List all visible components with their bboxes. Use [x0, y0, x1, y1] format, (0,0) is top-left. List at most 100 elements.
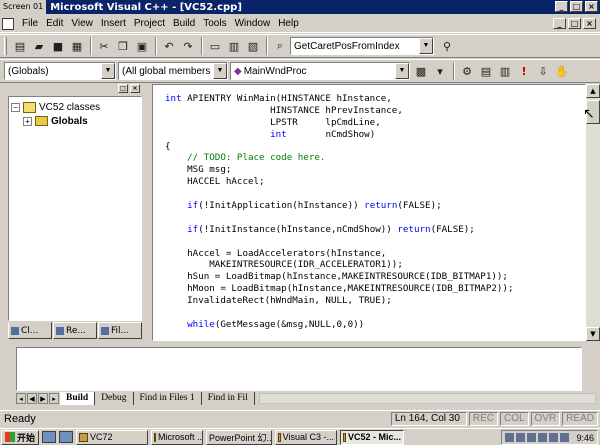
- toolbar-grip[interactable]: [4, 37, 7, 55]
- tab-find-in-files-1[interactable]: Find in Files 1: [134, 392, 202, 405]
- output-horizontal-scrollbar[interactable]: [258, 393, 596, 404]
- tray-icon[interactable]: [549, 433, 559, 442]
- pane-close-icon[interactable]: ×: [130, 84, 140, 93]
- menu-file[interactable]: File: [18, 18, 42, 29]
- new-file-icon[interactable]: ▤: [11, 37, 29, 55]
- code-line[interactable]: MSG msg;: [165, 164, 513, 176]
- doc-close-icon[interactable]: ×: [583, 18, 596, 29]
- chevron-down-icon[interactable]: ▼: [213, 63, 227, 79]
- close-icon[interactable]: ×: [585, 1, 598, 12]
- taskbar-item-vc72[interactable]: VC72: [76, 429, 149, 445]
- build-stop-icon[interactable]: ▥: [496, 62, 514, 80]
- undo-icon[interactable]: ↶: [160, 37, 178, 55]
- scroll-down-icon[interactable]: ▼: [586, 327, 600, 341]
- code-text[interactable]: int APIENTRY WinMain(HINSTANCE hInstance…: [165, 93, 513, 331]
- tray-icon[interactable]: [527, 433, 537, 442]
- tab-classview[interactable]: Cl...: [8, 322, 52, 339]
- code-editor[interactable]: int APIENTRY WinMain(HINSTANCE hInstance…: [152, 84, 586, 341]
- chevron-down-icon[interactable]: ▼: [395, 63, 409, 79]
- save-icon[interactable]: ■: [49, 37, 67, 55]
- scroll-up-icon[interactable]: ▲: [586, 84, 600, 98]
- find-in-files-icon[interactable]: ⌕: [271, 37, 289, 55]
- wizard-action-icon[interactable]: ▩: [412, 62, 430, 80]
- window-list-icon[interactable]: ▧: [244, 37, 262, 55]
- code-line[interactable]: [165, 307, 513, 319]
- quicklaunch-browser-icon[interactable]: [59, 431, 74, 443]
- tab-first-icon[interactable]: ◂: [16, 393, 26, 404]
- tree-node-globals[interactable]: + Globals: [11, 114, 139, 128]
- minimize-icon[interactable]: _: [555, 1, 568, 12]
- save-all-icon[interactable]: ▦: [68, 37, 86, 55]
- code-line[interactable]: [165, 188, 513, 200]
- go-icon[interactable]: ⇩: [534, 62, 552, 80]
- open-folder-icon[interactable]: ▰: [30, 37, 48, 55]
- start-button[interactable]: 开始: [1, 429, 40, 445]
- breakpoint-icon[interactable]: ✋: [553, 62, 571, 80]
- menu-view[interactable]: View: [67, 18, 97, 29]
- menu-project[interactable]: Project: [130, 18, 169, 29]
- cut-icon[interactable]: ✂: [95, 37, 113, 55]
- code-line[interactable]: while(GetMessage(&msg,NULL,0,0)): [165, 319, 513, 331]
- members-combo[interactable]: (All global members ▼: [118, 62, 228, 80]
- taskbar-item-visual-c3[interactable]: Visual C3 -...: [275, 429, 338, 445]
- compile-icon[interactable]: ⚙: [458, 62, 476, 80]
- code-line[interactable]: hMoon = LoadBitmap(hInstance,MAKEINTRESO…: [165, 283, 513, 295]
- clock[interactable]: 9:46: [576, 433, 594, 443]
- menu-build[interactable]: Build: [169, 18, 199, 29]
- quicklaunch-desktop-icon[interactable]: [42, 431, 57, 443]
- code-line[interactable]: int nCmdShow): [165, 129, 513, 141]
- tab-prev-icon[interactable]: ◀: [27, 393, 37, 404]
- code-line[interactable]: HINSTANCE hPrevInstance,: [165, 105, 513, 117]
- tray-icon[interactable]: [516, 433, 526, 442]
- tab-last-icon[interactable]: ▸: [49, 393, 59, 404]
- menu-insert[interactable]: Insert: [97, 18, 130, 29]
- workspace-icon[interactable]: ▭: [206, 37, 224, 55]
- pane-restore-icon[interactable]: □: [118, 84, 128, 93]
- code-line[interactable]: [165, 212, 513, 224]
- tray-icon[interactable]: [560, 433, 570, 442]
- doc-minimize-icon[interactable]: _: [553, 18, 566, 29]
- code-line[interactable]: LPSTR lpCmdLine,: [165, 117, 513, 129]
- redo-icon[interactable]: ↷: [179, 37, 197, 55]
- tree-node-classes[interactable]: − VC52 classes: [11, 100, 139, 114]
- wizard-dropdown-icon[interactable]: ▾: [431, 62, 449, 80]
- execute-icon[interactable]: !: [515, 62, 533, 80]
- copy-icon[interactable]: ❐: [114, 37, 132, 55]
- tab-debug[interactable]: Debug: [95, 392, 134, 405]
- tab-fileview[interactable]: Fil...: [98, 322, 142, 339]
- menu-window[interactable]: Window: [231, 18, 275, 29]
- pane-splitter[interactable]: [145, 84, 151, 341]
- output-text-area[interactable]: [16, 347, 582, 391]
- menu-tools[interactable]: Tools: [199, 18, 230, 29]
- code-line[interactable]: {: [165, 141, 513, 153]
- document-icon[interactable]: [2, 17, 14, 30]
- code-line[interactable]: InvalidateRect(hWndMain, NULL, TRUE);: [165, 295, 513, 307]
- tray-icon[interactable]: [538, 433, 548, 442]
- chevron-down-icon[interactable]: ▼: [101, 63, 115, 79]
- collapse-icon[interactable]: −: [11, 102, 20, 112]
- tab-next-icon[interactable]: ▶: [38, 393, 48, 404]
- class-tree[interactable]: − VC52 classes + Globals: [8, 96, 142, 321]
- taskbar-item-vc52[interactable]: VC52 - Mic...: [340, 429, 405, 445]
- code-line[interactable]: // TODO: Place code here.: [165, 152, 513, 164]
- expand-icon[interactable]: +: [23, 116, 32, 126]
- tab-build[interactable]: Build: [60, 392, 96, 405]
- code-line[interactable]: HACCEL hAccel;: [165, 176, 513, 188]
- code-line[interactable]: [165, 236, 513, 248]
- code-line[interactable]: int APIENTRY WinMain(HINSTANCE hInstance…: [165, 93, 513, 105]
- code-line[interactable]: if(!InitInstance(hInstance,nCmdShow)) re…: [165, 224, 513, 236]
- output-window-icon[interactable]: ▥: [225, 37, 243, 55]
- editor-vertical-scrollbar[interactable]: ▲ ▼: [586, 84, 600, 341]
- build-icon[interactable]: ▤: [477, 62, 495, 80]
- code-line[interactable]: MAKEINTRESOURCE(IDR_ACCELERATOR1));: [165, 259, 513, 271]
- menu-help[interactable]: Help: [274, 18, 303, 29]
- doc-restore-icon[interactable]: □: [568, 18, 581, 29]
- scope-combo[interactable]: (Globals) ▼: [4, 62, 116, 80]
- code-line[interactable]: hSun = LoadBitmap(hInstance,MAKEINTRESOU…: [165, 271, 513, 283]
- tab-resourceview[interactable]: Re...: [53, 322, 97, 339]
- taskbar-item-powerpoint[interactable]: PowerPoint 幻...: [206, 429, 273, 445]
- menu-edit[interactable]: Edit: [42, 18, 67, 29]
- find-icon[interactable]: ⚲: [438, 37, 456, 55]
- code-line[interactable]: hAccel = LoadAccelerators(hInstance,: [165, 248, 513, 260]
- tray-icon[interactable]: [505, 433, 515, 442]
